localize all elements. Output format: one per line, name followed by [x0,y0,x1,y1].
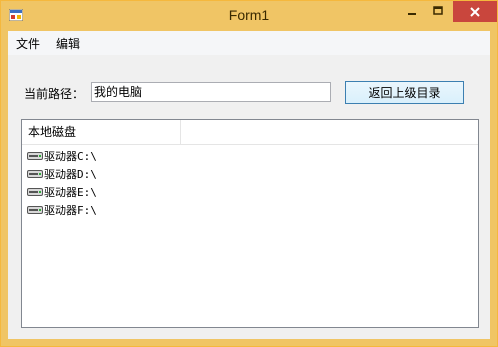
menu-file[interactable]: 文件 [8,32,48,54]
drive-label: 驱动器E:\ [44,186,97,199]
menu-bar: 文件 编辑 [8,31,490,55]
title-bar[interactable]: Form1 [1,1,497,31]
drive-icon [27,170,43,178]
drive-icon [27,152,43,160]
client-area: 文件 编辑 当前路径： 我的电脑 返回上级目录 本地磁盘 驱动器C:\ 驱动器D… [8,31,490,339]
list-item[interactable]: 驱动器C:\ [27,147,97,165]
drive-label: 驱动器C:\ [44,150,97,163]
listview-rows: 驱动器C:\ 驱动器D:\ 驱动器E:\ 驱动器F:\ [27,147,97,219]
drive-label: 驱动器F:\ [44,204,97,217]
list-item[interactable]: 驱动器E:\ [27,183,97,201]
back-up-button[interactable]: 返回上级目录 [345,81,464,104]
drive-icon [27,188,43,196]
drive-icon [27,206,43,214]
column-header-local-disk[interactable]: 本地磁盘 [22,120,181,144]
app-window: Form1 文件 编辑 当前路径： 我的电脑 返回上级目录 本地磁盘 驱动器C:… [0,0,498,347]
drive-listview[interactable]: 本地磁盘 驱动器C:\ 驱动器D:\ 驱动器E:\ 驱动器F:\ [21,119,479,328]
minimize-button[interactable] [399,1,425,21]
list-item[interactable]: 驱动器D:\ [27,165,97,183]
list-item[interactable]: 驱动器F:\ [27,201,97,219]
path-input[interactable]: 我的电脑 [91,82,331,102]
listview-header: 本地磁盘 [22,120,478,145]
menu-edit[interactable]: 编辑 [48,32,88,54]
path-label: 当前路径： [24,87,85,101]
close-button[interactable] [453,1,497,22]
close-icon [470,6,480,17]
minimize-icon [408,13,416,15]
maximize-button[interactable] [425,1,451,21]
drive-label: 驱动器D:\ [44,168,97,181]
maximize-icon [433,6,443,15]
